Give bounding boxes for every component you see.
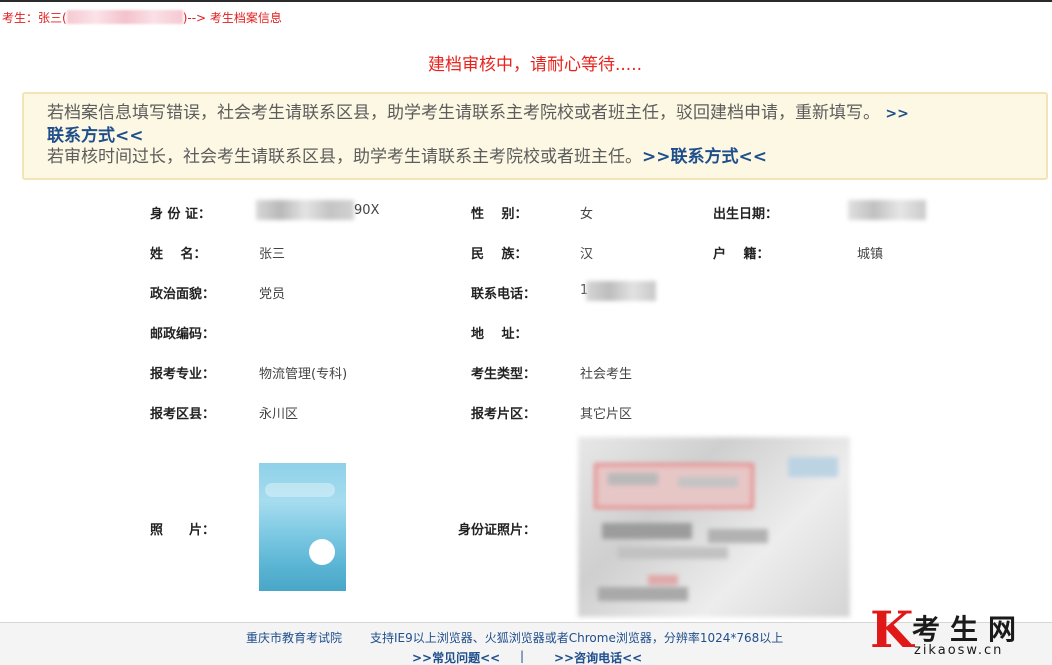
candidate-photo [259,463,346,591]
photo-cloud [265,483,335,497]
contact-link-1[interactable]: 联系方式<< [47,126,144,146]
photo-sun [309,539,335,565]
redacted-exam-number [67,10,183,24]
name-label: 姓 名： [150,243,207,262]
id-photo-label: 身份证照片： [458,519,536,538]
id-card-value: 90X [354,203,379,218]
major-label: 报考专业： [150,363,215,382]
notice-text-3: 若审核时间过长，社会考生请联系区县，助学考生请联系主考院校或者班主任。 [47,147,642,167]
top-border [0,0,1052,2]
hotline-link[interactable]: >>咨询电话<< [554,649,642,665]
district-label: 报考区县： [150,403,215,422]
gender-label: 性 别： [471,203,528,222]
address-label: 地 址： [471,323,528,342]
id-card-photo [578,437,850,617]
candidate-type-value: 社会考生 [580,363,632,382]
notice-line-3: 若审核时间过长，社会考生请联系区县，助学考生请联系主考院校或者班主任。>>联系方… [47,146,1046,168]
footer-org: 重庆市教育考试院 [246,629,342,646]
area-value: 其它片区 [580,403,632,422]
redacted-birth-date [848,200,926,220]
notice-panel: 若档案信息填写错误，社会考生请联系区县，助学考生请联系主考院校或者班主任，驳回建… [22,92,1048,180]
district-value: 永川区 [259,403,298,422]
footer-browser-note: 支持IE9以上浏览器、火狐浏览器或者Chrome浏览器，分辨率1024*768以… [370,629,783,646]
footer-separator: | [520,649,524,663]
phone-label: 联系电话： [471,283,536,302]
birth-date-label: 出生日期： [713,203,778,222]
notice-line-1: 若档案信息填写错误，社会考生请联系区县，助学考生请联系主考院校或者班主任，驳回建… [47,102,1046,125]
area-label: 报考片区： [471,403,536,422]
major-value: 物流管理(专科) [259,363,347,382]
photo-label: 照 片： [150,519,215,538]
contact-link-2[interactable]: >>联系方式<< [642,147,767,167]
political-status-value: 党员 [259,283,285,302]
breadcrumb-prefix: 考生：张三( [2,11,67,25]
notice-link-arrow[interactable]: >> [885,106,908,122]
ethnicity-label: 民 族： [471,243,528,262]
notice-line-2: 联系方式<< [47,125,1046,147]
postcode-label: 邮政编码： [150,323,215,342]
watermark-k: K [870,605,913,655]
faq-link[interactable]: >>常见问题<< [412,649,500,665]
redacted-id-number [256,200,354,220]
breadcrumb-suffix: )--> 考生档案信息 [183,11,282,25]
review-status-message: 建档审核中，请耐心等待..... [0,50,1052,75]
watermark-cn: 考生网 [912,608,1026,648]
hukou-label: 户 籍： [713,243,770,262]
redacted-phone [586,281,656,301]
ethnicity-value: 汉 [580,243,593,262]
breadcrumb: 考生：张三( )--> 考生档案信息 [2,9,282,26]
hukou-value: 城镇 [857,243,883,262]
id-card-label: 身 份 证： [150,203,211,222]
candidate-type-label: 考生类型： [471,363,536,382]
watermark-en: zikaosw.cn [914,643,1003,658]
name-value: 张三 [259,243,285,262]
watermark-logo: K 考生网 zikaosw.cn [866,605,1052,665]
notice-text-1: 若档案信息填写错误，社会考生请联系区县，助学考生请联系主考院校或者班主任，驳回建… [47,103,880,123]
political-status-label: 政治面貌： [150,283,215,302]
gender-value: 女 [580,203,593,222]
